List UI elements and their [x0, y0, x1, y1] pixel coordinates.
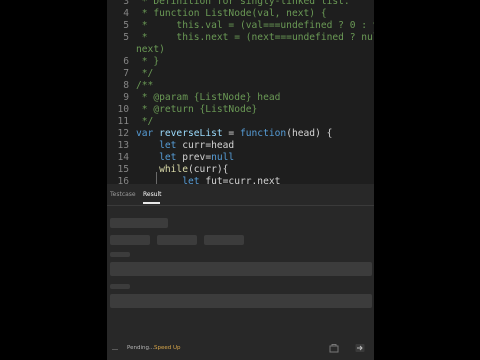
- code-line: 13 let curr=head: [107, 140, 374, 152]
- code-line: 15 while(curr){: [107, 164, 374, 176]
- speed-up-link[interactable]: Speed Up: [154, 345, 181, 351]
- code-text: /**: [136, 80, 153, 92]
- code-token: * @param {ListNode} head: [136, 92, 281, 103]
- code-line: 3 * Definition for singly-linked list.: [107, 0, 374, 8]
- code-text: next): [136, 44, 165, 56]
- code-token: */: [136, 116, 154, 127]
- code-token: * }: [136, 56, 160, 67]
- code-token: fut=curr.next: [205, 176, 281, 184]
- code-token: let: [159, 152, 183, 163]
- code-line: next): [107, 44, 374, 56]
- pending-indicator: [112, 349, 118, 350]
- active-tab-indicator: [143, 202, 160, 204]
- code-token: null: [211, 152, 235, 163]
- code-token: curr=head: [182, 140, 235, 151]
- code-line: 12 var reverseList = function(head) {: [107, 128, 374, 140]
- code-text: */: [136, 68, 154, 80]
- code-line: 16 let fut=curr.next: [107, 176, 374, 184]
- code-token: var: [136, 128, 160, 139]
- code-token: * this.val = (val===undefined ? 0 : val): [136, 20, 374, 31]
- run-icon[interactable]: [329, 343, 339, 353]
- code-token: * function ListNode(val, next) {: [136, 8, 327, 19]
- result-panel: Testcase Result: [107, 184, 374, 360]
- code-line: 5 * this.val = (val===undefined ? 0 : va…: [107, 20, 374, 32]
- code-token: let: [182, 176, 206, 184]
- code-line: 14 let prev=null: [107, 152, 374, 164]
- code-token: reverseList: [159, 128, 223, 139]
- line-number: 5: [123, 20, 129, 31]
- line-number: 14: [117, 152, 129, 163]
- loading-skeleton-input: [110, 262, 372, 276]
- code-text: * Definition for singly-linked list.: [136, 0, 350, 8]
- line-number: 7: [123, 68, 129, 79]
- line-number: 8: [123, 80, 129, 91]
- code-text: */: [136, 116, 154, 128]
- code-token: next): [136, 44, 165, 55]
- pending-status: Pending...: [127, 345, 155, 351]
- line-number: 6: [123, 56, 129, 67]
- code-line: 9 * @param {ListNode} head: [107, 92, 374, 104]
- loading-skeleton-stat: [204, 235, 244, 245]
- code-editor[interactable]: 3 * Definition for singly-linked list. 4 …: [107, 0, 374, 184]
- code-token: /**: [136, 80, 154, 91]
- loading-skeleton-input-label: [110, 252, 130, 257]
- code-line: 5 * this.next = (next===undefined ? null…: [107, 32, 374, 44]
- code-text: * @return {ListNode}: [136, 104, 258, 116]
- loading-skeleton-output-label: [110, 284, 130, 289]
- indent-guide: [156, 172, 157, 184]
- code-text: * function ListNode(val, next) {: [136, 8, 327, 20]
- leetcode-mobile-screen: 3 * Definition for singly-linked list. 4 …: [107, 0, 374, 360]
- loading-skeleton-runtime: [110, 235, 150, 245]
- code-token: */: [136, 68, 154, 79]
- code-line: 6 * }: [107, 56, 374, 68]
- code-token: let: [159, 140, 183, 151]
- line-number: 3: [123, 0, 129, 7]
- code-token: while: [159, 164, 188, 175]
- code-text: * this.next = (next===undefined ? null :: [136, 32, 374, 44]
- line-number: 12: [117, 128, 129, 139]
- code-line: 10 * @return {ListNode}: [107, 104, 374, 116]
- tab-result[interactable]: Result: [143, 191, 162, 199]
- code-line: 11 */: [107, 116, 374, 128]
- code-text: let prev=null: [136, 152, 234, 164]
- panel-tabs: Testcase Result: [107, 184, 374, 206]
- code-token: * this.next = (next===undefined ? null :: [141, 32, 374, 43]
- code-text: * this.val = (val===undefined ? 0 : val): [136, 20, 374, 32]
- code-token: * Definition for singly-linked list.: [136, 0, 350, 7]
- line-number: 9: [123, 92, 129, 103]
- loading-skeleton-memory: [157, 235, 197, 245]
- line-number: 5: [123, 32, 129, 43]
- line-number: 13: [117, 140, 129, 151]
- code-token: (head) {: [286, 128, 333, 139]
- code-line: 8 /**: [107, 80, 374, 92]
- code-token: =: [222, 128, 240, 139]
- line-number: 16: [117, 176, 129, 184]
- line-number: 11: [117, 116, 129, 127]
- loading-skeleton-output: [110, 294, 372, 308]
- code-text: * }: [136, 56, 159, 68]
- code-token: function: [239, 128, 287, 139]
- code-text: let curr=head: [136, 140, 234, 152]
- code-line: 7 */: [107, 68, 374, 80]
- code-text: while(curr){: [136, 164, 228, 176]
- line-number: 15: [117, 164, 129, 175]
- code-text: * @param {ListNode} head: [136, 92, 281, 104]
- code-text: var reverseList = function(head) {: [136, 128, 332, 140]
- code-token: prev=: [182, 152, 212, 163]
- code-line: 4 * function ListNode(val, next) {: [107, 8, 374, 20]
- loading-skeleton-status: [110, 218, 168, 228]
- line-number: 4: [123, 8, 129, 19]
- code-token: * @return {ListNode}: [136, 104, 258, 115]
- code-token: (curr){: [188, 164, 229, 175]
- submit-icon[interactable]: [355, 343, 365, 353]
- tab-testcase[interactable]: Testcase: [110, 191, 136, 199]
- line-number: 10: [117, 104, 129, 115]
- code-text: let fut=curr.next: [136, 176, 280, 184]
